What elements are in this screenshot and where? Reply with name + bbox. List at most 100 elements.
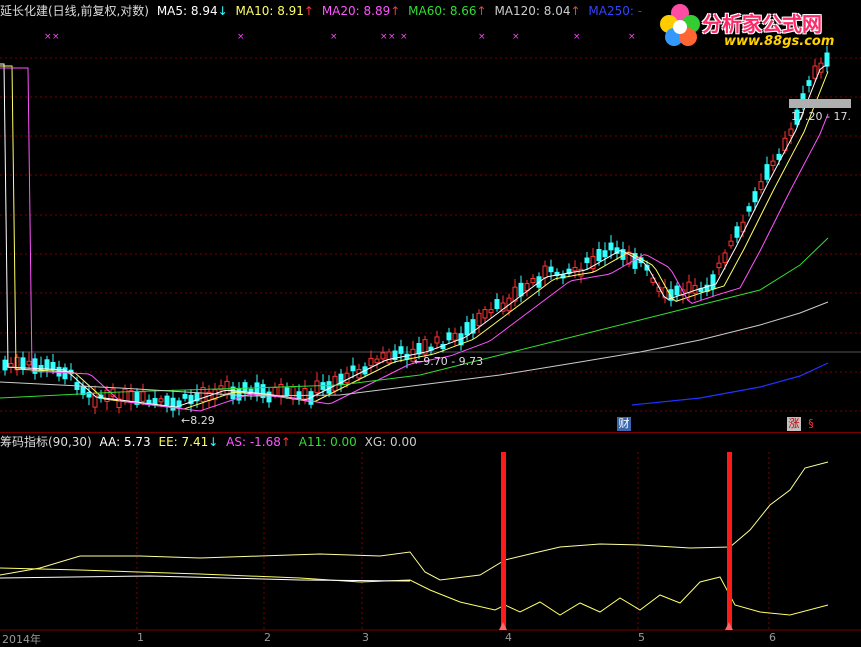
candle-body — [380, 352, 386, 360]
candle-body — [398, 346, 404, 354]
candle-body — [602, 250, 608, 258]
candle-body — [80, 385, 86, 395]
candle-body — [386, 351, 392, 364]
candle-body — [770, 160, 776, 166]
candle-body — [278, 384, 284, 397]
a11-value: A11: 0.00 — [298, 435, 357, 449]
candle-body — [518, 282, 524, 297]
aa-indicator-line — [0, 567, 829, 616]
ma60-value: MA60: 8.66↑ — [408, 4, 487, 18]
cross-marker: × — [380, 32, 388, 42]
candle-body — [716, 262, 722, 269]
cross-marker: × — [237, 32, 245, 42]
candle-body — [812, 65, 818, 79]
candle-body — [452, 332, 458, 341]
flower-logo-icon — [660, 4, 700, 46]
candle-body — [728, 240, 734, 247]
candle-body — [374, 358, 380, 364]
candle-body — [758, 181, 764, 190]
candle-body — [416, 343, 422, 355]
candle-body — [404, 353, 410, 360]
candle-body — [674, 285, 680, 296]
candle-body — [548, 266, 554, 273]
candle-body — [434, 336, 440, 344]
candle-body — [752, 191, 758, 203]
logo-url: www.88gs.com — [724, 34, 835, 49]
candle-body — [152, 398, 158, 405]
candle-body — [482, 309, 488, 319]
indicator-header: 筹码指标(90,30) AA: 5.73 EE: 7.41↓ AS: -1.68… — [0, 433, 421, 451]
candle-body — [572, 266, 578, 272]
cross-marker: × — [628, 32, 636, 42]
candle-body — [596, 248, 602, 262]
candle-body — [164, 395, 170, 406]
signal-bar — [727, 452, 732, 629]
section-badge[interactable]: § — [806, 417, 816, 431]
ma10-value: MA10: 8.91↑ — [235, 4, 314, 18]
candle-body — [20, 357, 26, 370]
as-indicator-line — [0, 575, 411, 582]
cross-marker: × — [388, 32, 396, 42]
candle-body — [746, 206, 752, 212]
candle-body — [140, 391, 146, 402]
range-label-mid: ←9.70 - 9.73 — [414, 355, 484, 368]
candle-body — [44, 359, 50, 370]
xg-value: XG: 0.00 — [364, 435, 417, 449]
candle-body — [2, 359, 8, 371]
cross-marker: × — [573, 32, 581, 42]
candle-body — [368, 357, 374, 367]
price-panel-header: 延长化建(日线,前复权,对数) MA5: 8.94↓ MA10: 8.91↑ M… — [0, 2, 646, 20]
limit-up-badge[interactable]: 涨 — [787, 417, 801, 431]
candle-body — [242, 382, 248, 393]
candle-body — [314, 380, 320, 394]
cross-marker: × — [400, 32, 408, 42]
logo-title: 分析家公式网 — [702, 12, 822, 36]
candle-body — [182, 393, 188, 399]
cross-marker: × — [52, 32, 60, 42]
candle-body — [446, 332, 452, 341]
candle-body — [764, 164, 770, 180]
candle-body — [290, 386, 296, 400]
x-tick-label: 1 — [137, 631, 144, 644]
range-label-top: 17.20 - 17. — [791, 110, 851, 123]
ma20-value: MA20: 8.89↑ — [321, 4, 401, 18]
candle-body — [488, 309, 494, 314]
signal-bar — [501, 452, 506, 629]
candle-body — [476, 312, 482, 327]
ee-indicator-line — [0, 461, 829, 581]
candle-body — [344, 372, 350, 384]
candle-body — [266, 391, 272, 403]
candle-body — [542, 265, 548, 279]
candle-body — [608, 242, 614, 251]
candle-body — [464, 322, 470, 336]
x-tick-label: 4 — [505, 631, 512, 644]
candle-body — [284, 387, 290, 397]
as-value: AS: -1.68↑ — [226, 435, 291, 449]
candle-body — [584, 257, 590, 264]
candle-body — [332, 375, 338, 392]
candle-body — [302, 388, 308, 400]
cross-marker: × — [44, 32, 52, 42]
x-tick-label: 3 — [362, 631, 369, 644]
aa-value: AA: 5.73 — [99, 435, 151, 449]
candle-body — [224, 380, 230, 394]
candle-body — [350, 365, 356, 372]
ma250-value: MA250: - — [588, 4, 643, 18]
candle-body — [734, 226, 740, 238]
finance-badge[interactable]: 财 — [617, 417, 631, 431]
candle-body — [170, 397, 176, 411]
candle-body — [26, 360, 32, 366]
candle-body — [806, 80, 812, 87]
candle-body — [128, 390, 134, 403]
range-bar — [789, 99, 851, 108]
site-logo[interactable]: 分析家公式网 www.88gs.com — [658, 2, 861, 54]
candle-body — [272, 387, 278, 396]
x-tick-label: 2014年 — [2, 633, 41, 646]
candle-body — [824, 52, 830, 67]
candle-body — [692, 284, 698, 294]
indicator-name: 筹码指标(90,30) — [0, 435, 92, 449]
candle-body — [788, 128, 794, 136]
chart-canvas: × × × × × × × × × × × — [0, 32, 861, 631]
x-tick-label: 5 — [638, 631, 645, 644]
ma5-value: MA5: 8.94↓ — [156, 4, 228, 18]
